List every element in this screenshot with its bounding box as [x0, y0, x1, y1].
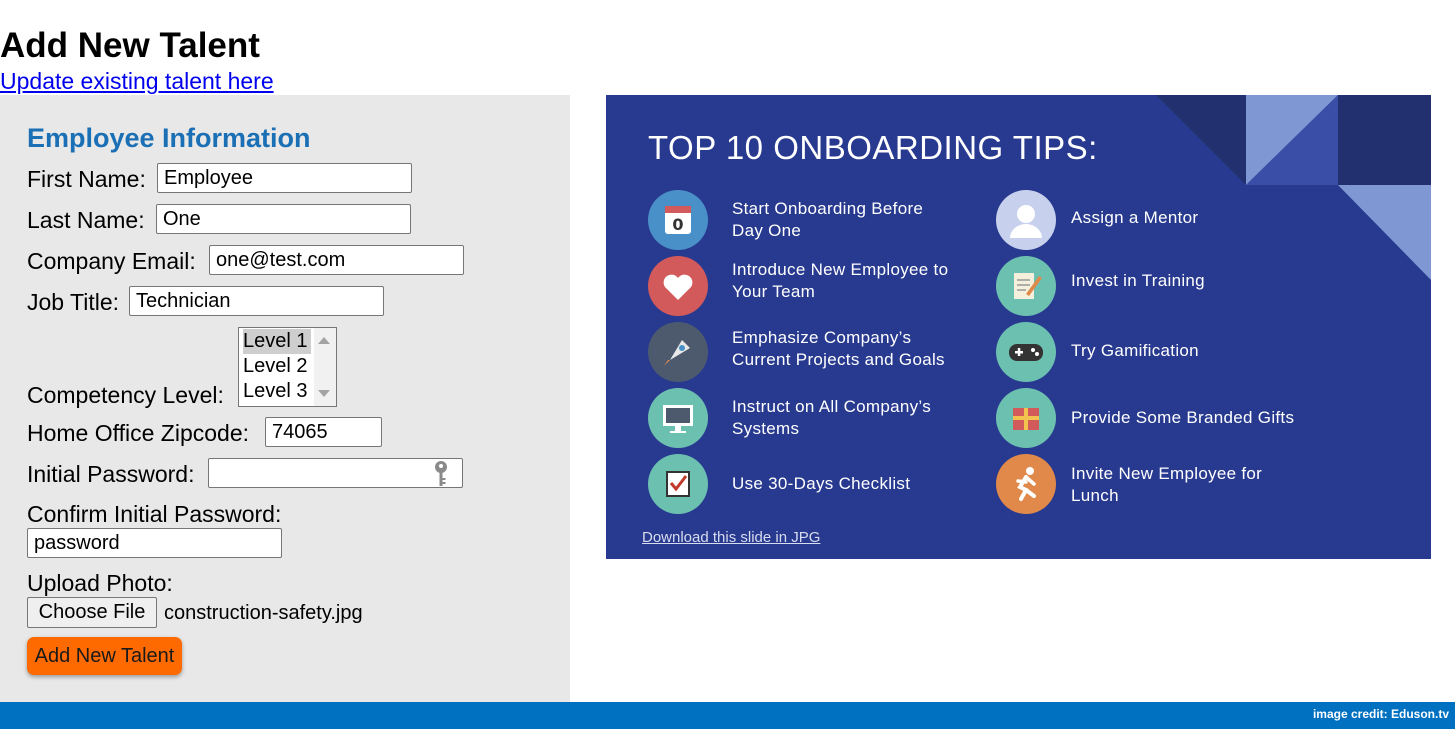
tip-8-text: Try Gamification	[1071, 341, 1199, 360]
company-email-label: Company Email:	[27, 248, 196, 274]
tip-6-text: Assign a Mentor	[1071, 208, 1199, 227]
listbox-scrollbar[interactable]	[314, 328, 336, 406]
chosen-file-name: construction-safety.jpg	[164, 602, 363, 624]
monitor-icon	[648, 388, 708, 448]
tip-7-text: Invest in Training	[1071, 271, 1205, 290]
add-new-talent-button[interactable]: Add New Talent	[27, 637, 182, 675]
scroll-down-icon[interactable]	[318, 390, 330, 397]
update-existing-talent-link[interactable]: Update existing talent here	[0, 68, 274, 94]
section-heading: Employee Information	[27, 123, 311, 153]
zipcode-label: Home Office Zipcode:	[27, 420, 250, 446]
calendar-icon: 0	[648, 190, 708, 250]
footer-bar: image credit: Eduson.tv	[0, 702, 1455, 729]
competency-option-3[interactable]: Level 3	[243, 379, 311, 404]
runner-icon	[996, 454, 1056, 514]
onboarding-tips-image: TOP 10 ONBOARDING TIPS: 0 Start Onboardi…	[606, 95, 1431, 559]
tip-5-text: Use 30-Days Checklist	[732, 474, 911, 493]
company-email-input[interactable]	[209, 245, 464, 275]
upload-photo-label: Upload Photo:	[27, 570, 173, 596]
svg-text:0: 0	[672, 215, 683, 234]
initial-password-label: Initial Password:	[27, 461, 195, 487]
image-credit: image credit: Eduson.tv	[1312, 707, 1449, 721]
confirm-password-input[interactable]	[27, 528, 282, 558]
competency-level-label: Competency Level:	[27, 382, 224, 408]
gift-icon	[996, 388, 1056, 448]
download-slide-link[interactable]: Download this slide in JPG	[642, 529, 820, 547]
last-name-label: Last Name:	[27, 207, 145, 233]
gamepad-icon	[996, 322, 1056, 382]
confirm-password-label: Confirm Initial Password:	[27, 501, 282, 527]
tip-10-text: Invite New Employee for Lunch	[1071, 464, 1263, 505]
tip-2-text: Introduce New Employee to Your Team	[732, 260, 949, 301]
tip-3-text: Emphasize Company’s Current Projects and …	[732, 328, 945, 369]
job-title-input[interactable]	[129, 286, 384, 316]
zipcode-input[interactable]	[265, 417, 382, 447]
person-icon	[996, 190, 1056, 250]
slide-title: TOP 10 ONBOARDING TIPS:	[648, 129, 1098, 166]
competency-level-select[interactable]: Level 1 Level 2 Level 3	[238, 327, 337, 407]
notepad-icon	[996, 256, 1056, 316]
first-name-label: First Name:	[27, 166, 146, 192]
competency-option-2[interactable]: Level 2	[243, 354, 311, 379]
last-name-input[interactable]	[156, 204, 411, 234]
choose-file-button[interactable]: Choose File	[27, 597, 157, 628]
initial-password-input[interactable]	[208, 458, 463, 488]
first-name-input[interactable]	[157, 163, 412, 193]
rocket-icon	[648, 322, 708, 382]
password-key-icon[interactable]	[433, 460, 449, 488]
checklist-icon	[648, 454, 708, 514]
heart-icon	[648, 256, 708, 316]
job-title-label: Job Title:	[27, 289, 120, 315]
competency-option-1[interactable]: Level 1	[243, 329, 311, 354]
tip-1-text: Start Onboarding Before Day One	[732, 199, 924, 240]
scroll-up-icon[interactable]	[318, 337, 330, 344]
tip-4-text: Instruct on All Company’s Systems	[732, 397, 931, 438]
tip-9-text: Provide Some Branded Gifts	[1071, 408, 1295, 427]
page-title: Add New Talent	[0, 26, 260, 65]
